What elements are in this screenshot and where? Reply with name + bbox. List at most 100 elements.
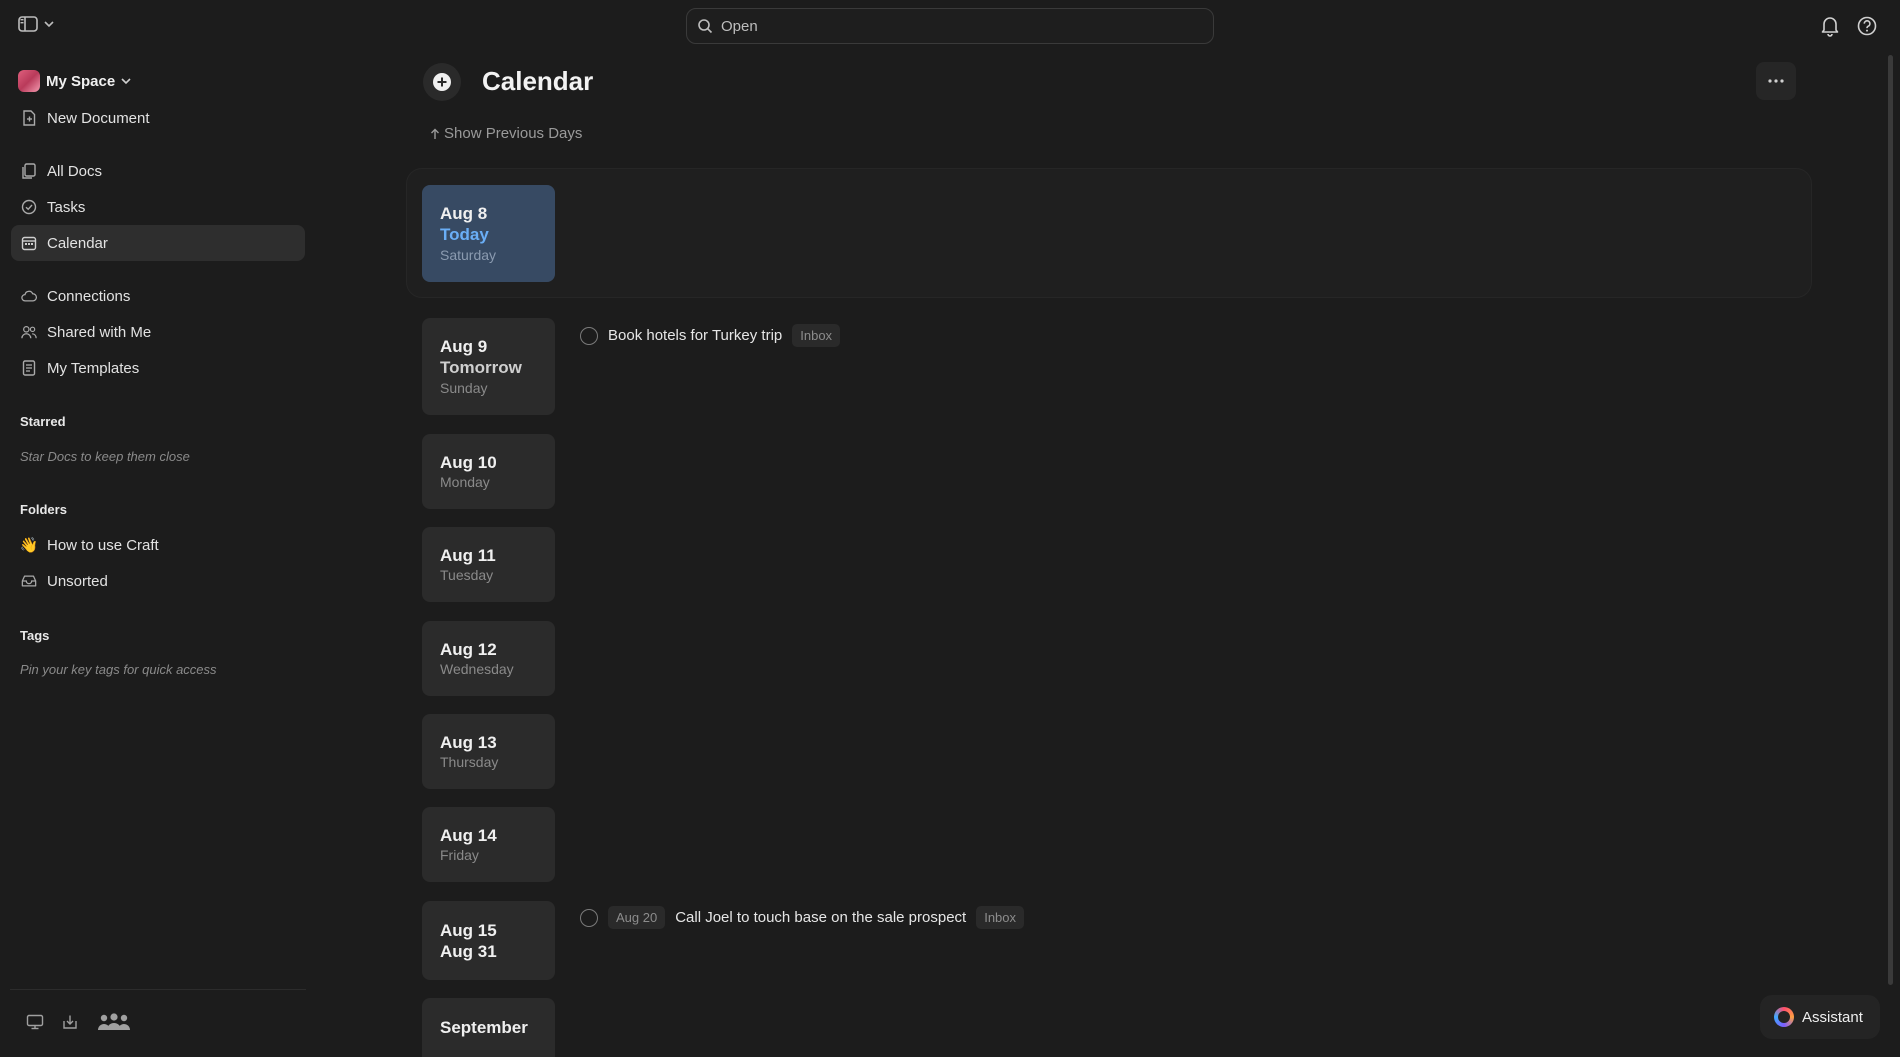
check-circle-icon [21, 199, 37, 215]
chevron-down-icon [44, 20, 54, 28]
day-weekday: Tuesday [440, 567, 494, 583]
calendar-icon [21, 235, 37, 251]
new-document-icon [21, 110, 37, 126]
task-checkbox[interactable] [580, 908, 598, 927]
monitor-icon [26, 1014, 44, 1030]
sidebar-item-my-templates[interactable]: My Templates [11, 350, 305, 386]
day-card[interactable]: Aug 13 Thursday [422, 714, 555, 789]
day-card[interactable]: Aug 12 Wednesday [422, 621, 555, 696]
day-date: Aug 9 [440, 337, 488, 356]
people-icon [21, 324, 37, 340]
day-date: Aug 14 [440, 826, 497, 845]
day-relative: Today [440, 225, 489, 244]
task-location-badge: Inbox [976, 906, 1025, 929]
space-switcher[interactable]: My Space [18, 70, 131, 92]
cloud-icon [21, 288, 37, 304]
task-due-badge: Aug 20 [608, 906, 666, 929]
sidebar-item-label: Tasks [47, 198, 86, 216]
day-date-end: Aug 31 [440, 941, 497, 961]
sidebar-item-tasks[interactable]: Tasks [11, 189, 305, 225]
today-panel [406, 168, 1812, 298]
day-date: Aug 11 [440, 546, 496, 565]
more-options-button[interactable] [1756, 62, 1796, 100]
new-document-label: New Document [47, 109, 150, 127]
starred-title: Starred [20, 414, 66, 429]
sidebar-item-label: My Templates [47, 359, 140, 377]
import-button[interactable] [62, 1014, 78, 1030]
sidebar-item-label: All Docs [47, 162, 103, 180]
search-icon [697, 18, 713, 34]
day-date: Aug 13 [440, 733, 497, 752]
search-bar[interactable] [686, 8, 1214, 44]
notifications-button[interactable] [1820, 15, 1840, 37]
day-card[interactable]: Aug 11 Tuesday [422, 527, 555, 602]
template-icon [21, 360, 37, 376]
task-text[interactable]: Call Joel to touch base on the sale pros… [675, 909, 966, 926]
day-weekday: Friday [440, 847, 479, 863]
folder-label: Unsorted [47, 572, 108, 590]
add-button[interactable] [423, 63, 461, 101]
day-weekday: Saturday [440, 247, 497, 263]
import-icon [62, 1014, 78, 1030]
help-button[interactable] [1856, 15, 1878, 37]
plus-circle-icon [432, 72, 452, 92]
search-input[interactable] [721, 17, 1181, 35]
task-item: Book hotels for Turkey trip Inbox [580, 324, 841, 347]
new-document-button[interactable]: New Document [11, 100, 305, 136]
day-weekday: Wednesday [440, 661, 514, 677]
more-icon [1768, 79, 1784, 83]
day-date: September [440, 1018, 528, 1037]
desktop-button[interactable] [26, 1014, 44, 1030]
documents-icon [21, 163, 37, 179]
assistant-icon [1774, 1007, 1794, 1027]
day-date: Aug 12 [440, 640, 497, 659]
space-logo [18, 70, 40, 92]
day-card-today[interactable]: Aug 8 Today Saturday [422, 185, 555, 282]
day-card[interactable]: Aug 14 Friday [422, 807, 555, 882]
day-card-month[interactable]: September [422, 998, 555, 1057]
day-card-range[interactable]: Aug 15 Aug 31 [422, 901, 555, 980]
folder-how-to-use-craft[interactable]: 👋 How to use Craft [11, 527, 305, 563]
page-title: Calendar [482, 66, 594, 96]
folders-title: Folders [20, 502, 67, 517]
bell-icon [1820, 15, 1840, 37]
help-icon [1856, 15, 1878, 37]
task-item: Aug 20 Call Joel to touch base on the sa… [580, 906, 1025, 929]
show-previous-days-button[interactable]: Show Previous Days [430, 125, 582, 142]
task-checkbox[interactable] [580, 326, 598, 345]
day-card[interactable]: Aug 10 Monday [422, 434, 555, 509]
day-weekday: Sunday [440, 380, 488, 396]
day-relative: Tomorrow [440, 358, 522, 377]
team-icon [96, 1012, 132, 1032]
tags-hint: Pin your key tags for quick access [20, 662, 217, 677]
sidebar-item-all-docs[interactable]: All Docs [11, 153, 305, 189]
sidebar-item-label: Connections [47, 287, 131, 305]
sidebar-toggle-button[interactable] [18, 16, 54, 32]
arrow-up-icon [430, 128, 440, 140]
space-name: My Space [46, 72, 116, 90]
scrollbar[interactable] [1888, 55, 1893, 985]
day-weekday: Monday [440, 474, 490, 490]
sidebar-divider [10, 989, 306, 990]
sidebar-item-shared-with-me[interactable]: Shared with Me [11, 314, 305, 350]
tags-title: Tags [20, 628, 50, 643]
folder-unsorted[interactable]: Unsorted [11, 563, 305, 599]
folder-label: How to use Craft [47, 536, 159, 554]
day-card-tomorrow[interactable]: Aug 9 Tomorrow Sunday [422, 318, 555, 415]
inbox-icon [21, 573, 37, 589]
sidebar-icon [18, 16, 38, 32]
day-date: Aug 10 [440, 453, 497, 472]
chevron-down-icon [121, 77, 131, 85]
task-text[interactable]: Book hotels for Turkey trip [608, 327, 782, 344]
starred-hint: Star Docs to keep them close [20, 449, 190, 464]
team-button[interactable] [96, 1012, 132, 1032]
sidebar-item-connections[interactable]: Connections [11, 278, 305, 314]
day-weekday: Thursday [440, 754, 499, 770]
show-previous-days-label: Show Previous Days [444, 125, 583, 142]
task-location-badge: Inbox [792, 324, 841, 347]
day-date: Aug 8 [440, 204, 488, 223]
sidebar-item-calendar[interactable]: Calendar [11, 225, 305, 261]
sidebar-item-label: Shared with Me [47, 323, 152, 341]
sidebar-item-label: Calendar [47, 234, 108, 252]
assistant-button[interactable]: Assistant [1760, 995, 1880, 1039]
